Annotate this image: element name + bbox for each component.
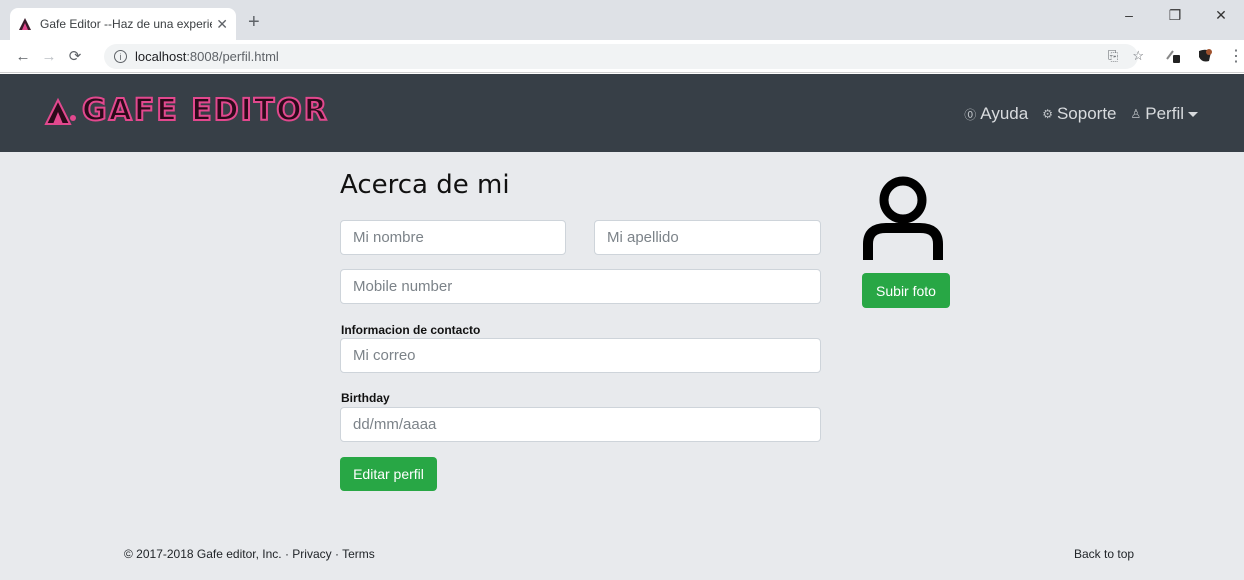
browser-tabstrip: Gafe Editor --Haz de una experie ✕ + – ❐…: [0, 0, 1244, 40]
browser-menu-icon[interactable]: ⋮: [1228, 46, 1244, 66]
brand-mark-icon: [44, 97, 76, 125]
browser-toolbar: ← → ⟳ i localhost:8008/perfil.html ⎘ ☆ ⋮: [0, 40, 1244, 73]
user-avatar-icon: [863, 176, 943, 260]
restore-button[interactable]: ❐: [1152, 0, 1198, 30]
help-icon: ⓪: [964, 107, 977, 122]
chevron-down-icon: [1188, 111, 1198, 117]
nav-profile-dropdown[interactable]: ♙ Perfil: [1130, 104, 1198, 124]
nav-support-label: Soporte: [1056, 104, 1117, 123]
url-path: :8008/perfil.html: [186, 49, 279, 64]
translate-icon[interactable]: ⎘: [1108, 48, 1118, 64]
url-host: localhost: [135, 49, 187, 64]
nav-profile-label: Perfil: [1145, 104, 1184, 123]
omnibox-actions: ⎘ ☆: [1108, 48, 1144, 64]
mobile-number-input[interactable]: [340, 269, 821, 304]
forward-arrow-icon[interactable]: →: [36, 48, 62, 65]
privacy-link[interactable]: Privacy: [292, 547, 331, 561]
minimize-button[interactable]: –: [1106, 0, 1152, 30]
birthday-label: Birthday: [341, 391, 390, 405]
contact-info-label: Informacion de contacto: [341, 323, 481, 337]
profile-avatar-icon[interactable]: [1196, 47, 1214, 65]
tab-title: Gafe Editor --Haz de una experie: [40, 17, 213, 31]
gear-icon: ⚙: [1042, 107, 1053, 121]
window-controls: – ❐ ✕: [1106, 0, 1244, 30]
address-bar[interactable]: i localhost:8008/perfil.html: [104, 44, 1138, 69]
close-window-button[interactable]: ✕: [1198, 0, 1244, 30]
brand-name: GAFE EDITOR: [81, 92, 329, 129]
copyright-text: © 2017-2018 Gafe editor, Inc. ·: [124, 547, 293, 561]
nav-support-link[interactable]: ⚙ Soporte: [1042, 104, 1116, 124]
extensions-area: ⋮: [1164, 46, 1244, 66]
tab-close-icon[interactable]: ✕: [216, 16, 228, 33]
nav-help-label: Ayuda: [980, 104, 1029, 123]
back-arrow-icon[interactable]: ←: [10, 48, 36, 65]
page-title: Acerca de mi: [340, 170, 510, 200]
footer-separator: ·: [331, 547, 343, 561]
footer-copyright: © 2017-2018 Gafe editor, Inc. · Privacy …: [124, 547, 375, 561]
email-input[interactable]: [340, 338, 821, 373]
nav-help-link[interactable]: ⓪ Ayuda: [964, 104, 1028, 124]
footer-back-to-top: Back to top: [1074, 547, 1134, 561]
site-info-icon[interactable]: i: [114, 50, 127, 63]
back-to-top-link[interactable]: Back to top: [1074, 547, 1134, 561]
reload-icon[interactable]: ⟳: [62, 47, 88, 65]
edit-profile-button[interactable]: Editar perfil: [340, 457, 437, 491]
site-navbar: GAFE EDITOR ⓪ Ayuda ⚙ Soporte ♙ Perfil: [0, 74, 1244, 152]
bookmark-star-icon[interactable]: ☆: [1132, 48, 1144, 64]
brand-logo[interactable]: GAFE EDITOR: [44, 92, 329, 129]
upload-photo-button[interactable]: Subir foto: [862, 273, 950, 308]
nav-links: ⓪ Ayuda ⚙ Soporte ♙ Perfil: [964, 104, 1198, 124]
user-icon: ♙: [1130, 107, 1142, 121]
terms-link[interactable]: Terms: [342, 547, 375, 561]
site-favicon-icon: [19, 18, 31, 30]
last-name-input[interactable]: [594, 220, 821, 255]
browser-tab[interactable]: Gafe Editor --Haz de una experie ✕: [10, 8, 236, 40]
new-tab-button[interactable]: +: [248, 12, 260, 32]
main-content: Acerca de mi Informacion de contacto Bir…: [0, 152, 1244, 580]
birthday-date-input[interactable]: [340, 407, 821, 442]
extension-icon[interactable]: [1164, 47, 1182, 65]
first-name-input[interactable]: [340, 220, 566, 255]
